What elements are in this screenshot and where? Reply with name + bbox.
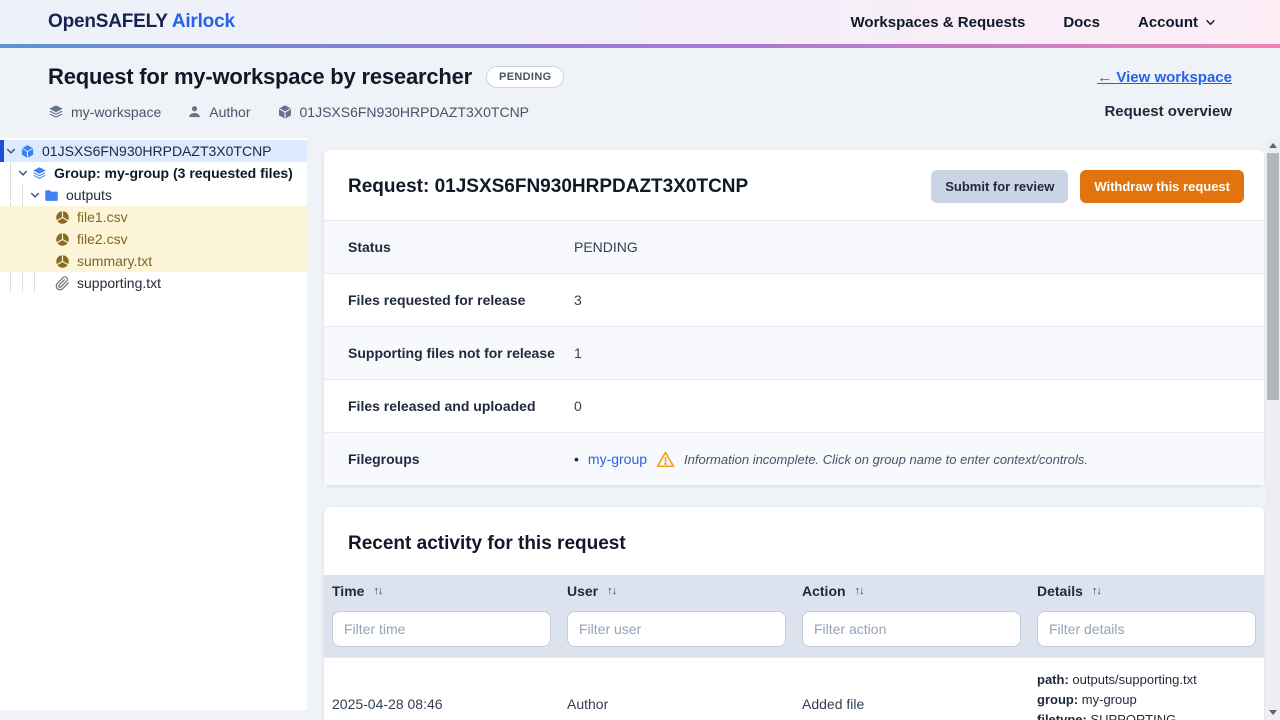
nav-links: Workspaces & Requests Docs Account xyxy=(851,14,1216,31)
detail-value: 3 xyxy=(574,292,582,308)
detail-row-supporting-files: Supporting files not for release 1 xyxy=(324,326,1264,379)
detail-label: Files released and uploaded xyxy=(348,398,574,414)
column-header-details[interactable]: Details ↑↓ xyxy=(1037,583,1101,599)
detail-value: 1 xyxy=(574,345,582,361)
tree-item-label: supporting.txt xyxy=(77,275,161,291)
workspace-meta: my-workspace xyxy=(48,104,161,120)
list-bullet: • xyxy=(574,451,579,467)
scrollbar-up-arrow[interactable] xyxy=(1266,138,1280,152)
nav-docs[interactable]: Docs xyxy=(1063,14,1100,31)
tree-item-label: file1.csv xyxy=(77,209,128,225)
detail-row-files-requested: Files requested for release 3 xyxy=(324,273,1264,326)
author-name: Author xyxy=(209,104,250,120)
chevron-down-icon[interactable] xyxy=(29,189,41,201)
chevron-down-icon xyxy=(1205,17,1216,28)
request-overview-label: Request overview xyxy=(1104,103,1232,120)
detail-label: Files requested for release xyxy=(348,292,574,308)
top-navbar: OpenSAFELY Airlock Workspaces & Requests… xyxy=(0,0,1280,44)
nav-account-menu[interactable]: Account xyxy=(1138,14,1216,31)
submit-for-review-button[interactable]: Submit for review xyxy=(931,170,1068,203)
detail-value: PENDING xyxy=(574,239,638,255)
detail-label: Status xyxy=(348,239,574,255)
detail-row-filegroups: Filegroups • my-group Information incomp… xyxy=(324,432,1264,485)
vertical-scrollbar[interactable] xyxy=(1266,138,1280,720)
filter-details-input[interactable] xyxy=(1037,611,1256,647)
detail-row-status: Status PENDING xyxy=(324,220,1264,273)
activity-user: Author xyxy=(559,658,794,720)
output-file-icon xyxy=(55,210,70,225)
filegroup-warning-note: Information incomplete. Click on group n… xyxy=(684,452,1088,467)
author-meta: Author xyxy=(187,104,250,120)
layers-icon xyxy=(32,166,47,181)
tree-item-group[interactable]: Group: my-group (3 requested files) xyxy=(0,162,307,184)
nav-account-label: Account xyxy=(1138,14,1198,31)
activity-action: Added file xyxy=(794,658,1029,720)
tree-item-outputs-folder[interactable]: outputs xyxy=(0,184,307,206)
filter-action-input[interactable] xyxy=(802,611,1021,647)
activity-row: 2025-04-28 08:46 Author Added file path:… xyxy=(324,657,1264,720)
sort-icon[interactable]: ↑↓ xyxy=(607,585,616,597)
tree-item-file1[interactable]: file1.csv xyxy=(0,206,307,228)
column-header-user[interactable]: User ↑↓ xyxy=(567,583,616,599)
user-icon xyxy=(187,104,202,119)
page-title: Request for my-workspace by researcher xyxy=(48,64,472,90)
content-area: 01JSXS6FN930HRPDAZT3X0TCNP Group: my-gro… xyxy=(0,138,1280,720)
scrollbar-down-arrow[interactable] xyxy=(1266,706,1280,720)
scrollbar-thumb[interactable] xyxy=(1267,153,1279,400)
tree-item-label: file2.csv xyxy=(77,231,128,247)
chevron-down-icon[interactable] xyxy=(5,145,17,157)
cube-icon xyxy=(20,144,35,159)
tree-item-summary[interactable]: summary.txt xyxy=(0,250,307,272)
folder-icon xyxy=(44,188,59,203)
tree-item-request[interactable]: 01JSXS6FN930HRPDAZT3X0TCNP xyxy=(0,140,307,162)
activity-table-header: Time ↑↓ User ↑↓ Action ↑↓ xyxy=(324,575,1264,609)
layers-icon xyxy=(48,104,64,120)
filter-time-input[interactable] xyxy=(332,611,551,647)
filter-user-input[interactable] xyxy=(567,611,786,647)
tree-item-supporting[interactable]: supporting.txt xyxy=(0,272,307,294)
nav-workspaces-requests[interactable]: Workspaces & Requests xyxy=(851,14,1026,31)
chevron-down-icon[interactable] xyxy=(17,167,29,179)
output-file-icon xyxy=(55,254,70,269)
brand-primary: OpenSAFELY xyxy=(48,11,167,32)
detail-label: Filegroups xyxy=(348,451,574,467)
output-file-icon xyxy=(55,232,70,247)
activity-filter-row xyxy=(324,609,1264,657)
sort-icon[interactable]: ↑↓ xyxy=(1092,585,1101,597)
status-badge: PENDING xyxy=(486,66,564,88)
filegroup-link[interactable]: my-group xyxy=(588,451,647,467)
tree-item-label: 01JSXS6FN930HRPDAZT3X0TCNP xyxy=(42,143,272,159)
recent-activity-card: Recent activity for this request Time ↑↓… xyxy=(324,507,1264,720)
sort-icon[interactable]: ↑↓ xyxy=(855,585,864,597)
main-panel: Request: 01JSXS6FN930HRPDAZT3X0TCNP Subm… xyxy=(324,138,1264,720)
withdraw-request-button[interactable]: Withdraw this request xyxy=(1080,170,1244,203)
page-header: Request for my-workspace by researcher P… xyxy=(0,48,1280,138)
warning-icon xyxy=(656,450,675,469)
tree-item-file2[interactable]: file2.csv xyxy=(0,228,307,250)
request-card-title: Request: 01JSXS6FN930HRPDAZT3X0TCNP xyxy=(348,176,748,198)
detail-value: 0 xyxy=(574,398,582,414)
activity-details: path: outputs/supporting.txt group: my-g… xyxy=(1037,658,1256,720)
activity-title: Recent activity for this request xyxy=(324,507,1264,575)
app-logo[interactable]: OpenSAFELY Airlock xyxy=(48,11,235,33)
file-tree-sidebar: 01JSXS6FN930HRPDAZT3X0TCNP Group: my-gro… xyxy=(0,138,307,710)
detail-row-files-released: Files released and uploaded 0 xyxy=(324,379,1264,432)
request-id-meta: 01JSXS6FN930HRPDAZT3X0TCNP xyxy=(277,104,530,120)
column-header-time[interactable]: Time ↑↓ xyxy=(332,583,382,599)
tree-item-label: outputs xyxy=(66,187,112,203)
tree-item-label: summary.txt xyxy=(77,253,152,269)
view-workspace-link[interactable]: ← View workspace xyxy=(1097,69,1232,86)
request-id: 01JSXS6FN930HRPDAZT3X0TCNP xyxy=(300,104,530,120)
activity-time: 2025-04-28 08:46 xyxy=(324,658,559,720)
request-overview-card: Request: 01JSXS6FN930HRPDAZT3X0TCNP Subm… xyxy=(324,150,1264,485)
column-header-action[interactable]: Action ↑↓ xyxy=(802,583,864,599)
workspace-name: my-workspace xyxy=(71,104,161,120)
paperclip-icon xyxy=(55,276,70,291)
tree-item-label: Group: my-group (3 requested files) xyxy=(54,165,293,181)
sort-icon[interactable]: ↑↓ xyxy=(373,585,382,597)
brand-accent: Airlock xyxy=(172,11,235,32)
cube-icon xyxy=(277,104,293,120)
detail-label: Supporting files not for release xyxy=(348,345,574,361)
